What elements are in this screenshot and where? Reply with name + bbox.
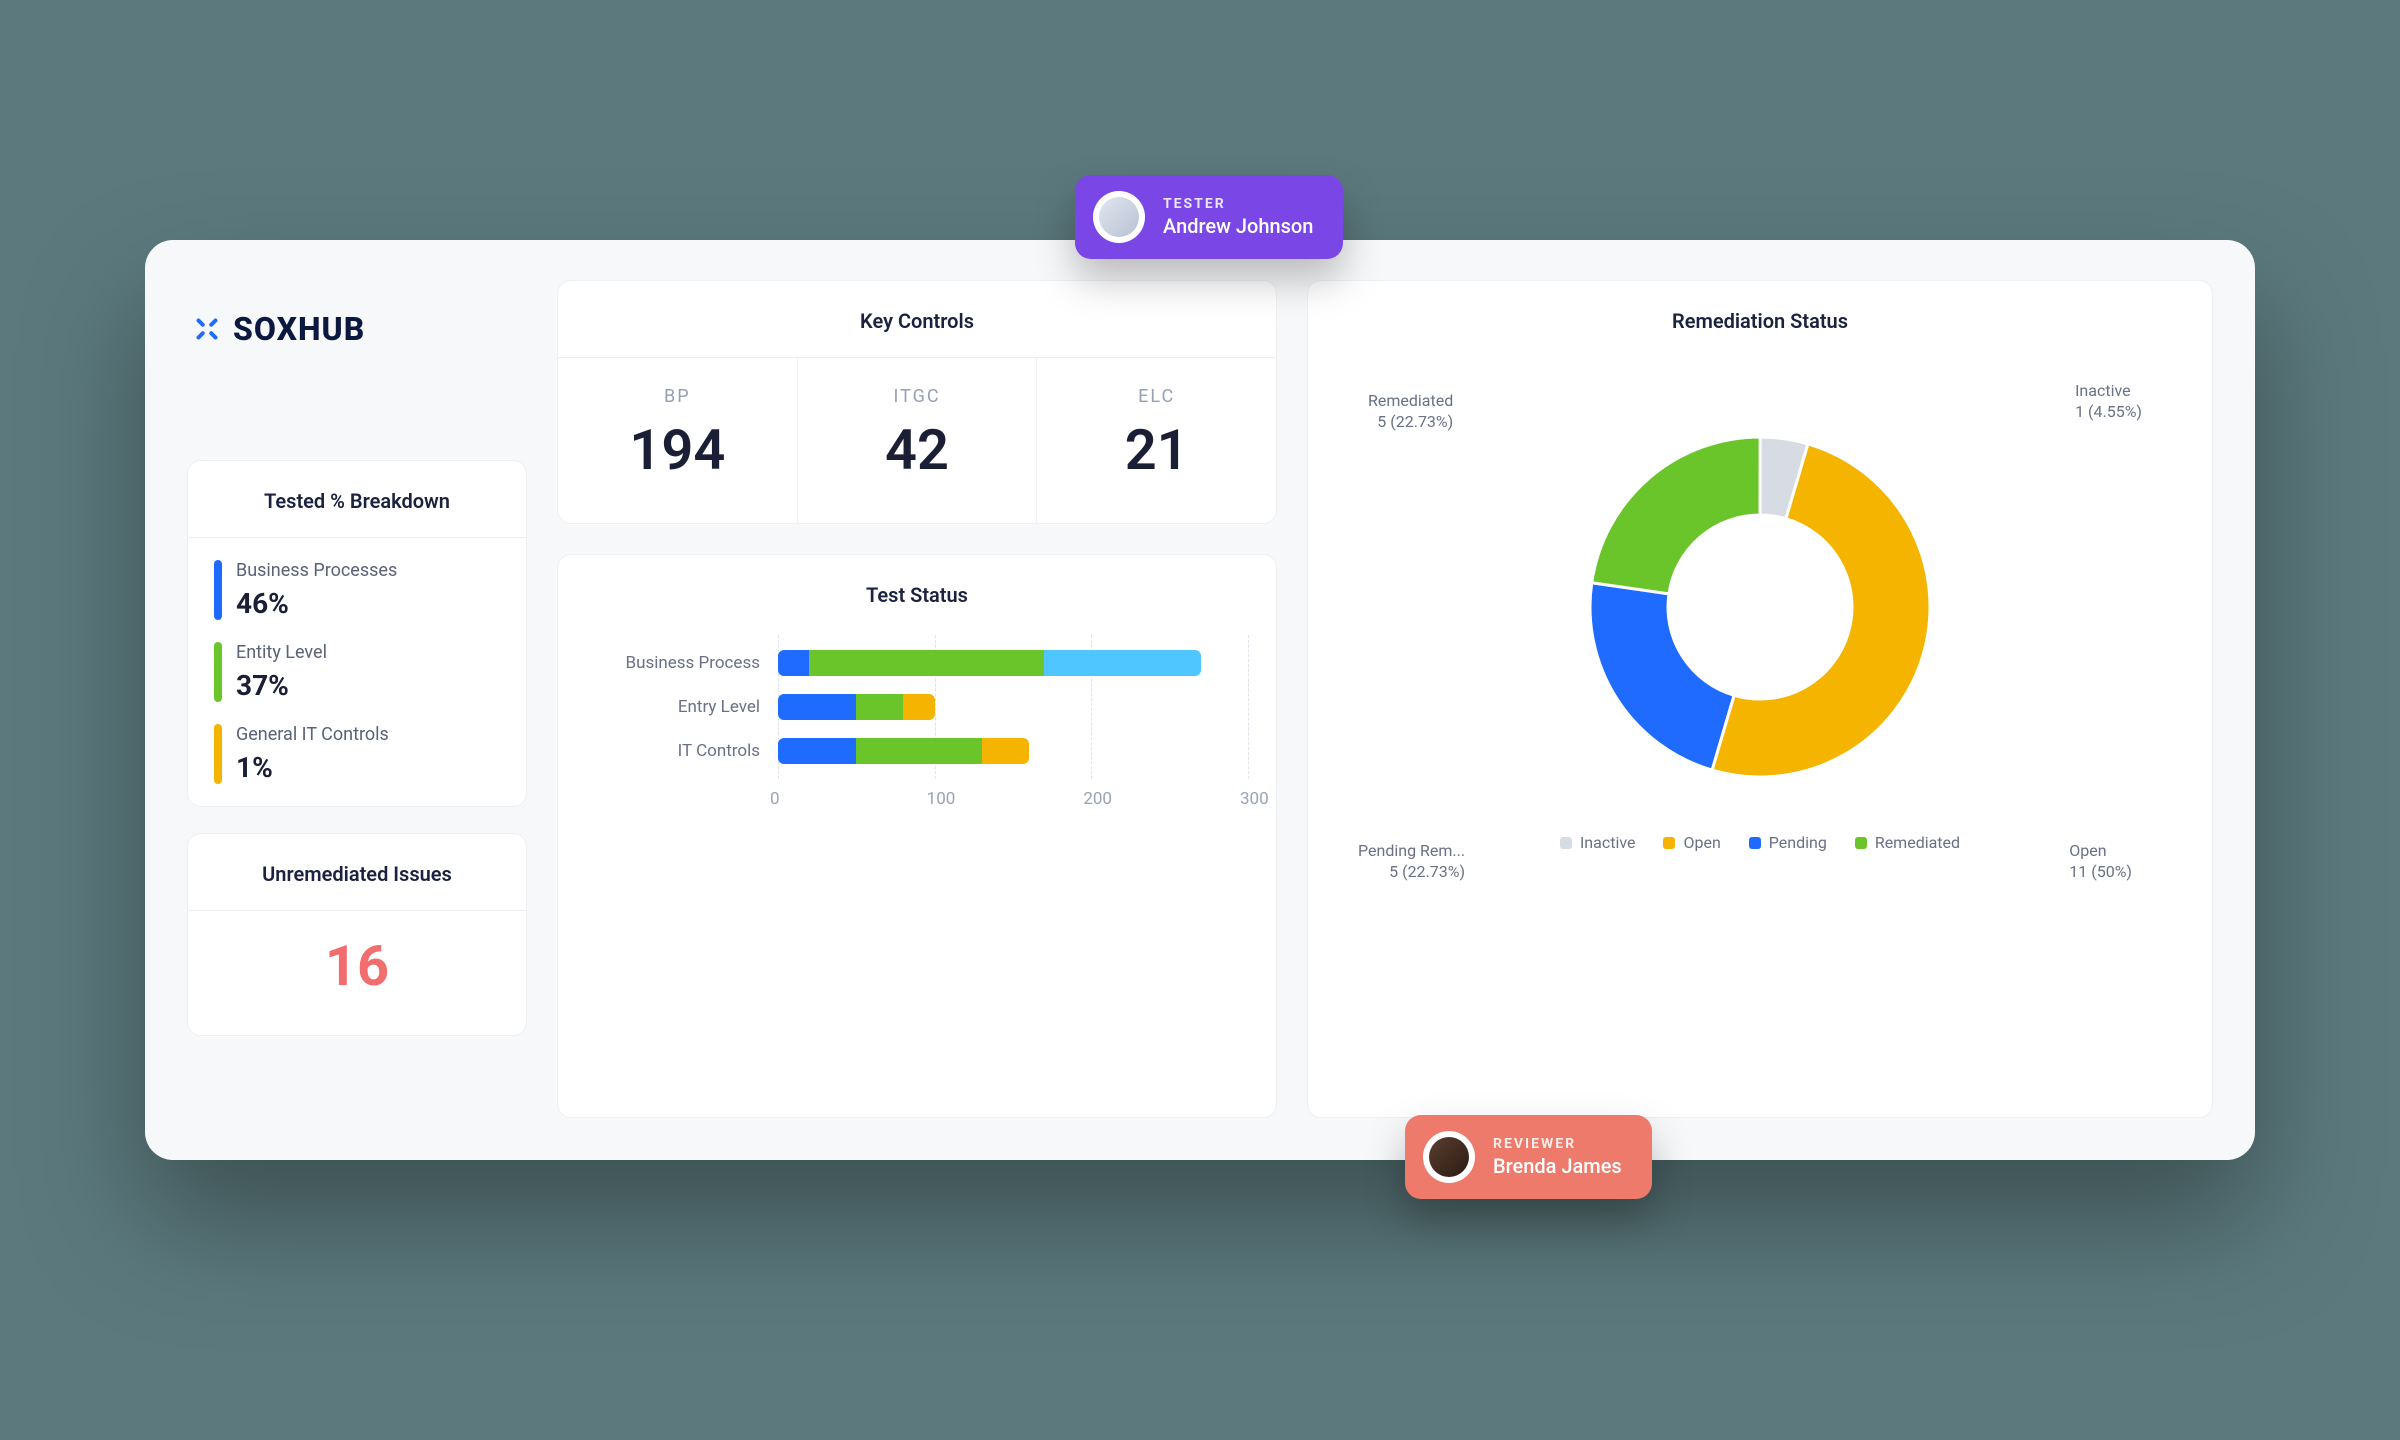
chip-name: Brenda James — [1493, 1154, 1622, 1178]
remediation-card: Remediation Status Remediated 5 (22.73%)… — [1307, 280, 2213, 1118]
remediation-title: Remediation Status — [1308, 281, 2212, 357]
test-status-title: Test Status — [558, 555, 1276, 631]
ts-category-label: Business Process — [598, 653, 778, 673]
breakdown-bar-icon — [214, 724, 222, 784]
dashboard: SOXHUB Tested % Breakdown Business Proce… — [145, 240, 2255, 1160]
chip-name: Andrew Johnson — [1163, 214, 1313, 238]
breakdown-label: General IT Controls — [236, 724, 389, 745]
tester-chip[interactable]: TESTER Andrew Johnson — [1075, 175, 1343, 259]
donut-label-open: Open 11 (50%) — [2069, 841, 2132, 883]
key-controls-itgc: ITGC 42 — [797, 358, 1037, 523]
brand-name: SOXHUB — [233, 310, 365, 348]
kc-label: ELC — [1037, 386, 1276, 407]
legend-open: Open — [1663, 833, 1720, 852]
reviewer-chip[interactable]: REVIEWER Brenda James — [1405, 1115, 1652, 1199]
breakdown-bar-icon — [214, 642, 222, 702]
donut-label-pending: Pending Rem... 5 (22.73%) — [1358, 841, 1465, 883]
legend-pending: Pending — [1749, 833, 1827, 852]
breakdown-value: 37% — [236, 669, 327, 702]
middle-column: Key Controls BP 194 ITGC 42 ELC 21 Test … — [557, 280, 1277, 1118]
legend-inactive: Inactive — [1560, 833, 1636, 852]
kc-value: 21 — [1037, 417, 1276, 483]
brand-logo-icon — [191, 313, 223, 345]
tested-breakdown-title: Tested % Breakdown — [188, 461, 526, 537]
unremediated-card: Unremediated Issues 16 — [187, 833, 527, 1036]
tested-breakdown-card: Tested % Breakdown Business Processes 46… — [187, 460, 527, 807]
key-controls-title: Key Controls — [558, 281, 1276, 357]
chip-role: REVIEWER — [1493, 1136, 1622, 1152]
unremediated-value: 16 — [188, 910, 526, 1035]
tested-breakdown-body: Business Processes 46% Entity Level 37% … — [188, 537, 526, 806]
kc-label: ITGC — [798, 386, 1037, 407]
ts-axis-tick: 0 — [770, 789, 780, 809]
test-status-card: Test Status Business Process Entry Level I… — [557, 554, 1277, 1118]
chip-role: TESTER — [1163, 196, 1313, 212]
ts-axis-tick: 100 — [927, 789, 956, 809]
key-controls-elc: ELC 21 — [1036, 358, 1276, 523]
key-controls-card: Key Controls BP 194 ITGC 42 ELC 21 — [557, 280, 1277, 524]
kc-label: BP — [558, 386, 797, 407]
left-column: Tested % Breakdown Business Processes 46… — [187, 460, 527, 1118]
donut-label-remediated: Remediated 5 (22.73%) — [1368, 391, 1453, 433]
unremediated-title: Unremediated Issues — [188, 834, 526, 910]
breakdown-row-itgc: General IT Controls 1% — [214, 702, 500, 784]
avatar — [1423, 1131, 1475, 1183]
breakdown-value: 1% — [236, 751, 389, 784]
ts-axis-tick: 300 — [1240, 789, 1269, 809]
brand: SOXHUB — [187, 280, 527, 350]
key-controls-bp: BP 194 — [558, 358, 797, 523]
donut-label-inactive: Inactive 1 (4.55%) — [2075, 381, 2142, 423]
kc-value: 194 — [558, 417, 797, 483]
kc-value: 42 — [798, 417, 1037, 483]
legend-remediated: Remediated — [1855, 833, 1960, 852]
remediation-donut-chart — [1570, 417, 1950, 797]
ts-category-label: Entry Level — [598, 697, 778, 717]
breakdown-value: 46% — [236, 587, 397, 620]
test-status-chart: Business Process Entry Level IT Controls 0 1… — [558, 631, 1276, 1117]
avatar — [1093, 191, 1145, 243]
breakdown-label: Business Processes — [236, 560, 397, 581]
ts-axis-tick: 200 — [1083, 789, 1112, 809]
breakdown-label: Entity Level — [236, 642, 327, 663]
breakdown-row-entity: Entity Level 37% — [214, 620, 500, 702]
breakdown-row-bp: Business Processes 46% — [214, 538, 500, 620]
breakdown-bar-icon — [214, 560, 222, 620]
ts-category-label: IT Controls — [598, 741, 778, 761]
